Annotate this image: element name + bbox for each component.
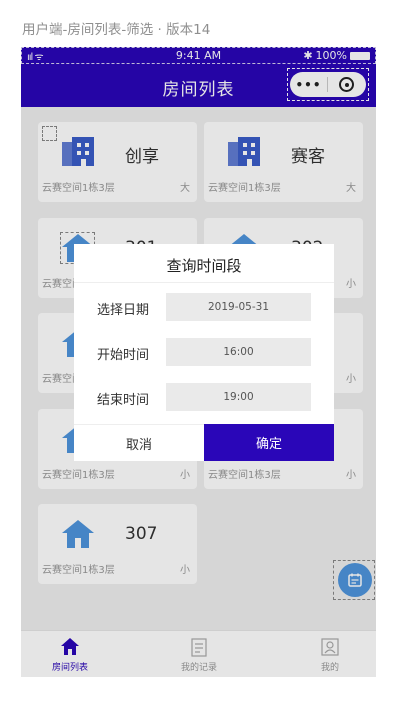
confirm-button[interactable]: 确定	[204, 424, 334, 461]
page-caption: 用户端-房间列表-筛选 · 版本14	[22, 22, 211, 38]
phone-screen: ııl ᯤ 9:41 AM ✱ 100% 房间列表 ••• 创享 云赛空间1栋3层…	[21, 47, 376, 677]
end-time-label: 结束时间	[97, 393, 150, 408]
cancel-button[interactable]: 取消	[74, 424, 204, 461]
start-time-label: 开始时间	[97, 348, 150, 363]
date-picker[interactable]: 2019-05-31	[166, 293, 311, 321]
dialog-buttons: 取消 确定	[74, 424, 334, 461]
date-row: 选择日期 2019-05-31	[74, 293, 334, 322]
start-time-picker[interactable]: 16:00	[166, 338, 311, 366]
end-time-row: 结束时间 19:00	[74, 383, 334, 412]
dialog-divider	[74, 282, 334, 283]
end-time-picker[interactable]: 19:00	[166, 383, 311, 411]
dialog-title: 查询时间段	[166, 257, 242, 275]
start-time-row: 开始时间 16:00	[74, 338, 334, 367]
time-range-dialog: 查询时间段 选择日期 2019-05-31 开始时间 16:00 结束时间 19…	[74, 244, 334, 461]
date-label: 选择日期	[97, 303, 150, 318]
